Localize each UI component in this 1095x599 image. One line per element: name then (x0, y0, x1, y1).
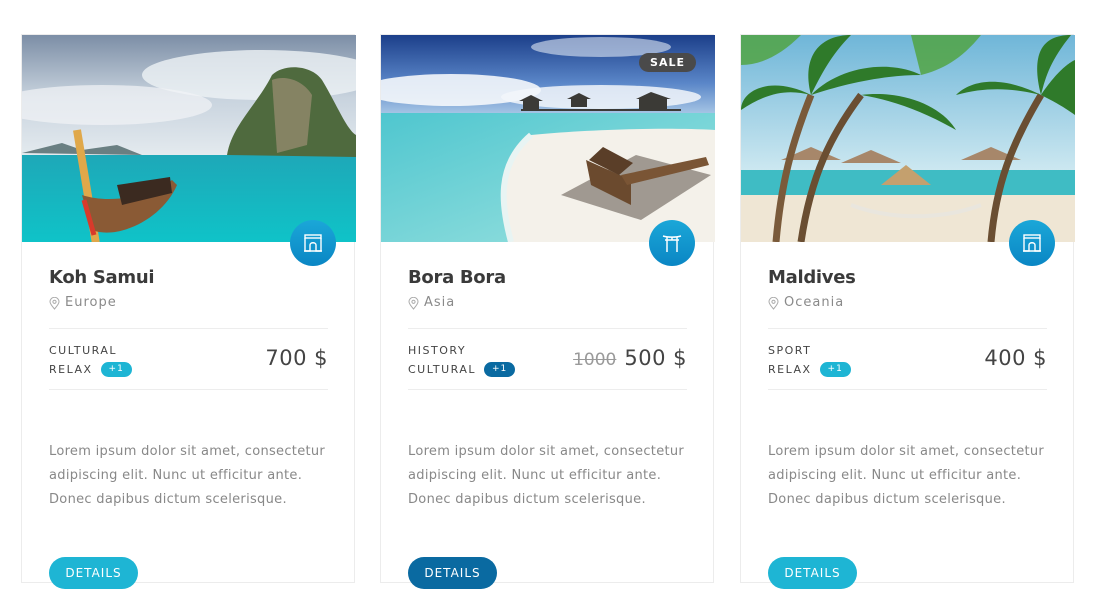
tour-title[interactable]: Bora Bora (408, 266, 687, 290)
tag-label: RELAX (768, 363, 812, 376)
tour-location: Asia (408, 294, 687, 312)
tour-description: Lorem ipsum dolor sit amet, consectetur … (768, 444, 1045, 507)
tour-title[interactable]: Maldives (768, 266, 1047, 290)
more-tags-badge[interactable]: +1 (100, 362, 132, 377)
tour-card-koh-samui[interactable]: Koh Samui Europe CULTURAL RELAX +1 700 $… (21, 34, 356, 589)
arch-monument-icon (1009, 220, 1055, 266)
price: 400 $ (984, 346, 1047, 370)
details-button[interactable]: DETAILS (408, 557, 497, 589)
tour-image-bora-bora[interactable]: SALE (381, 35, 715, 242)
old-price: 1000 (573, 350, 617, 370)
tag-label: RELAX (49, 363, 93, 376)
sale-badge: SALE (639, 53, 696, 72)
arch-monument-icon (290, 220, 336, 266)
more-tags-badge[interactable]: +1 (819, 362, 851, 377)
tour-meta: HISTORY CULTURAL +1 1000 500 $ (408, 328, 687, 390)
tour-location: Europe (49, 294, 328, 312)
location-label: Oceania (784, 295, 845, 310)
price: 500 $ (624, 346, 687, 370)
tour-card-bora-bora[interactable]: SALE Bora Bora Asia HISTORY CULTURAL +1 (380, 34, 715, 589)
map-pin-icon (49, 296, 60, 310)
tour-meta: SPORT RELAX +1 400 $ (768, 328, 1047, 390)
torii-gate-icon (649, 220, 695, 266)
map-pin-icon (408, 296, 419, 310)
tour-description: Lorem ipsum dolor sit amet, consectetur … (408, 444, 685, 507)
tour-description: Lorem ipsum dolor sit amet, consectetur … (49, 444, 326, 507)
price: 700 $ (265, 346, 328, 370)
map-pin-icon (768, 296, 779, 310)
tour-image-koh-samui[interactable] (22, 35, 356, 242)
tag-label: CULTURAL (408, 363, 476, 376)
tag-label: SPORT (768, 344, 812, 357)
tour-card-maldives[interactable]: Maldives Oceania SPORT RELAX +1 400 $ Lo… (740, 34, 1075, 589)
location-label: Asia (424, 295, 456, 310)
details-button[interactable]: DETAILS (768, 557, 857, 589)
more-tags-badge[interactable]: +1 (483, 362, 516, 377)
details-button[interactable]: DETAILS (49, 557, 138, 589)
tag-label: HISTORY (408, 344, 467, 357)
tour-location: Oceania (768, 294, 1047, 312)
tour-meta: CULTURAL RELAX +1 700 $ (49, 328, 328, 390)
tour-image-maldives[interactable] (741, 35, 1075, 242)
tag-label: CULTURAL (49, 344, 117, 357)
location-label: Europe (65, 295, 117, 310)
tour-title[interactable]: Koh Samui (49, 266, 328, 290)
